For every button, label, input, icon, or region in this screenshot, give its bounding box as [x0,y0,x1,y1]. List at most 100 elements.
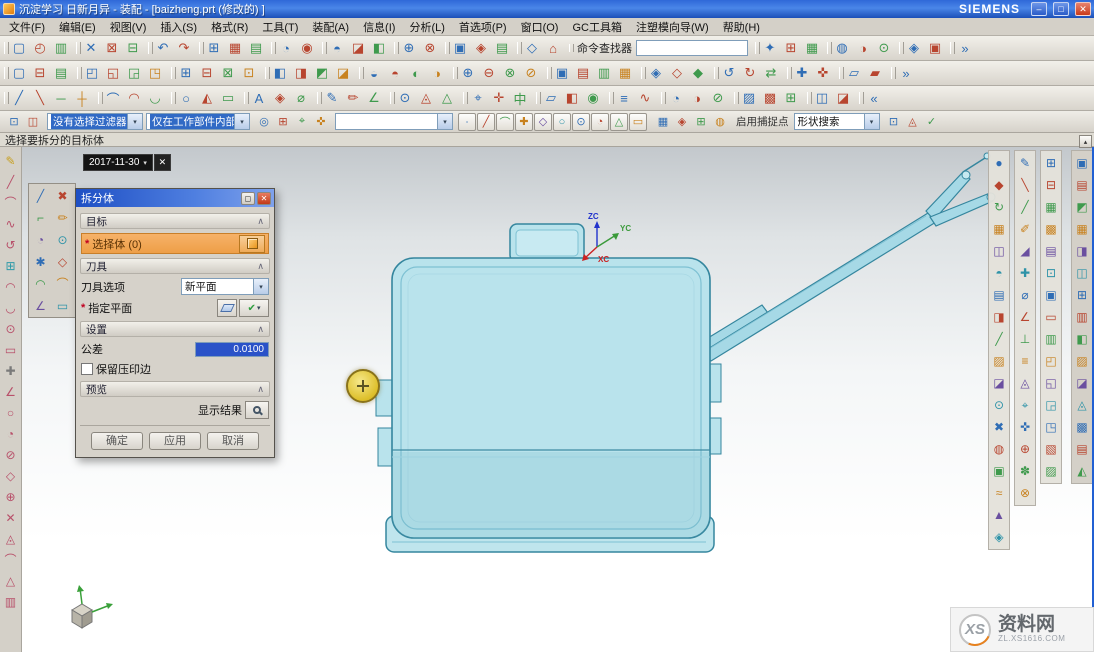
toolbar-icon[interactable]: ◫ [24,113,42,131]
toolbar-icon[interactable]: ◪ [348,38,368,58]
toolbar-icon[interactable]: ◬ [416,88,436,108]
toolbar-icon[interactable]: ⊗ [1015,482,1035,504]
toolbar-icon[interactable]: ▦ [615,63,635,83]
date-stamp-close-button[interactable]: ✕ [154,154,171,171]
toolbar-icon[interactable]: ◡ [145,88,165,108]
toolbar-icon[interactable]: ✚ [1,360,21,381]
toolbar-icon[interactable]: ◱ [1041,372,1061,394]
toolbar-icon[interactable]: ◨ [291,63,311,83]
toolbar-icon[interactable]: ◢ [1015,240,1035,262]
toolbar-icon[interactable]: ↺ [719,63,739,83]
keep-imprint-checkbox[interactable] [81,363,93,375]
toolbar-icon[interactable]: ▱ [844,63,864,83]
toolbar-icon[interactable]: ◑ [687,88,707,108]
tool-option-combo[interactable]: 新平面 ▾ [181,278,269,295]
chevron-down-icon[interactable]: ▾ [253,279,268,294]
toolbar-icon[interactable]: ◓ [989,262,1009,284]
toolbar-icon[interactable]: ✏ [52,207,73,228]
toolbar-icon[interactable]: ▭ [629,113,647,131]
toolbar-icon[interactable]: ⊙ [572,113,590,131]
toolbar-icon[interactable]: ∠ [364,88,384,108]
toolbar-icon[interactable]: ◑ [427,63,447,83]
toolbar-icon[interactable]: ◇ [522,38,542,58]
menu-item[interactable]: 信息(I) [356,18,402,36]
toolbar-icon[interactable]: ▨ [1072,350,1092,372]
select-body-row[interactable]: * 选择体 (0) [81,233,269,254]
menu-item[interactable]: 编辑(E) [52,18,103,36]
toolbar-icon[interactable]: ╱ [477,113,495,131]
toolbar-icon[interactable]: ✐ [1015,218,1035,240]
toolbar-icon[interactable]: ▣ [1041,284,1061,306]
toolbar-icon[interactable]: ▭ [218,88,238,108]
toolbar-icon[interactable]: ▥ [594,63,614,83]
menu-item[interactable]: 分析(L) [402,18,451,36]
toolbar-icon[interactable]: ◩ [1072,196,1092,218]
toolbar-icon[interactable]: ╱ [989,328,1009,350]
toolbar-icon[interactable]: » [955,38,975,58]
toolbar-icon[interactable]: ◭ [197,88,217,108]
select-body-button[interactable] [239,235,265,253]
toolbar-icon[interactable]: ▦ [654,113,672,131]
toolbar-scroll-button[interactable]: ▴ [1079,135,1092,148]
toolbar-icon[interactable]: ⌂ [543,38,563,58]
toolbar-icon[interactable]: ▢ [9,63,29,83]
toolbar-icon[interactable]: ✜ [312,113,330,131]
toolbar-icon[interactable]: » [896,63,916,83]
toolbar-icon[interactable]: ▢ [9,38,29,58]
toolbar-icon[interactable]: ┼ [72,88,92,108]
toolbar-icon[interactable]: ↶ [153,38,173,58]
toolbar-icon[interactable]: ⊙ [874,38,894,58]
toolbar-icon[interactable]: ✽ [1015,460,1035,482]
toolbar-icon[interactable]: ◱ [103,63,123,83]
toolbar-icon[interactable]: ⊡ [239,63,259,83]
toolbar-icon[interactable]: ⌒ [1,192,21,213]
toolbar-icon[interactable]: ▥ [51,38,71,58]
toolbar-icon[interactable]: ◪ [989,372,1009,394]
toolbar-icon[interactable]: ◬ [904,113,922,131]
toolbar-icon[interactable]: ◔ [591,113,609,131]
chevron-down-icon[interactable]: ▾ [143,159,147,167]
toolbar-icon[interactable]: ○ [553,113,571,131]
toolbar-icon[interactable]: ▭ [52,295,73,316]
toolbar-icon[interactable]: ▧ [1041,438,1061,460]
toolbar-icon[interactable]: ⌖ [1015,394,1035,416]
toolbar-icon[interactable]: ⊞ [274,113,292,131]
toolbar-icon[interactable]: ⌐ [30,207,51,228]
toolbar-icon[interactable]: ▣ [450,38,470,58]
toolbar-icon[interactable]: ▦ [1072,218,1092,240]
toolbar-icon[interactable]: ◆ [688,63,708,83]
type-filter-combo[interactable]: 没有选择过滤器 ▾ [47,113,143,130]
toolbar-icon[interactable]: ◈ [673,113,691,131]
toolbar-icon[interactable]: ⊗ [420,38,440,58]
toolbar-icon[interactable]: ▭ [1041,306,1061,328]
toolbar-icon[interactable]: ▤ [573,63,593,83]
toolbar-icon[interactable]: ▦ [1041,196,1061,218]
toolbar-icon[interactable]: ⊙ [52,229,73,250]
toolbar-icon[interactable]: ◍ [832,38,852,58]
toolbar-icon[interactable]: ✏ [343,88,363,108]
chevron-down-icon[interactable]: ▾ [437,114,452,129]
toolbar-icon[interactable]: ─ [51,88,71,108]
toolbar-icon[interactable]: ⌀ [1015,284,1035,306]
toolbar-icon[interactable]: ⊙ [1,318,21,339]
toolbar-icon[interactable]: ▨ [739,88,759,108]
toolbar-icon[interactable]: ◈ [471,38,491,58]
toolbar-icon[interactable]: ╲ [1015,174,1035,196]
toolbar-icon[interactable]: ⊞ [1,255,21,276]
toolbar-icon[interactable]: △ [437,88,457,108]
toolbar-icon[interactable]: ∠ [1,381,21,402]
toolbar-icon[interactable]: ▥ [1041,328,1061,350]
menu-item[interactable]: 首选项(P) [452,18,514,36]
apply-button[interactable]: 应用 [149,432,201,450]
section-preview[interactable]: 预览 ∧ [80,381,270,397]
toolbar-icon[interactable]: ◫ [989,240,1009,262]
toolbar-icon[interactable]: ∠ [1015,306,1035,328]
toolbar-icon[interactable]: ◆ [989,174,1009,196]
toolbar-icon[interactable]: ✜ [1015,416,1035,438]
toolbar-icon[interactable]: ⊕ [458,63,478,83]
toolbar-icon[interactable]: ⊠ [102,38,122,58]
toolbar-icon[interactable]: ✜ [813,63,833,83]
toolbar-icon[interactable]: ◔ [276,38,296,58]
toolbar-icon[interactable]: ◧ [562,88,582,108]
plane-dialog-button[interactable] [217,299,237,317]
